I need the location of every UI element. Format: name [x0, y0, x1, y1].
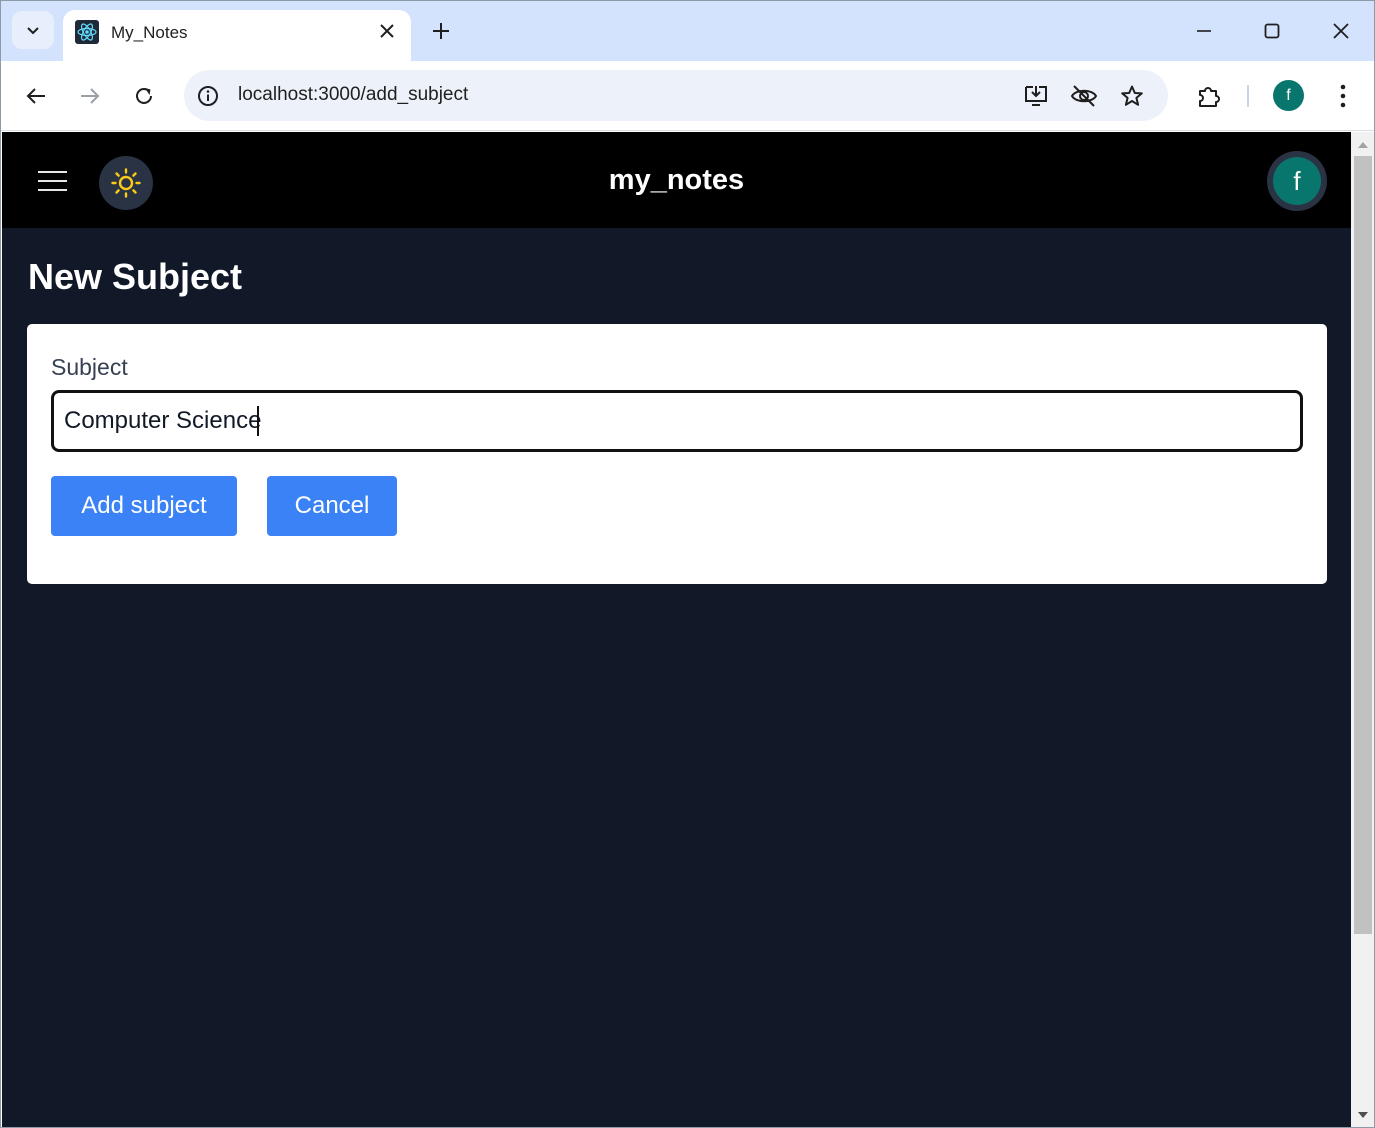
add-subject-button[interactable]: Add subject [51, 476, 237, 536]
scroll-up-arrow-icon [1358, 142, 1368, 148]
avatar: f [1273, 157, 1321, 205]
toolbar-separator [1247, 85, 1249, 107]
tab-close-button[interactable] [377, 21, 397, 41]
site-info-icon[interactable] [196, 84, 220, 108]
maximize-icon [1264, 23, 1280, 39]
browser-window: My_Notes localhost:3000/add_subject f my… [0, 0, 1375, 1128]
page-title: New Subject [28, 256, 243, 297]
scroll-down-button[interactable] [1351, 1104, 1374, 1126]
install-app-button[interactable] [1022, 82, 1050, 110]
new-subject-form: Subject Add subject Cancel [27, 324, 1327, 584]
tab-search-icon [27, 27, 39, 35]
minimize-button[interactable] [1188, 15, 1220, 47]
app-title: my_notes [608, 164, 745, 196]
tab-title: My_Notes [111, 23, 188, 42]
close-window-button[interactable] [1325, 15, 1357, 47]
star-icon [1121, 85, 1143, 106]
forward-icon [81, 88, 100, 104]
maximize-button[interactable] [1256, 15, 1288, 47]
extensions-button[interactable] [1191, 78, 1227, 114]
browser-profile-button[interactable]: f [1273, 80, 1304, 111]
url-text: localhost:3000/add_subject [238, 84, 469, 105]
close-icon [380, 24, 394, 38]
page-viewport: my_notes f New Subject Subject Add subje… [2, 132, 1351, 1127]
tab-search-button[interactable] [12, 11, 54, 49]
extensions-icon [1199, 87, 1220, 107]
user-avatar-button[interactable]: f [1267, 151, 1327, 211]
forward-button[interactable] [72, 78, 108, 114]
scroll-up-button[interactable] [1351, 134, 1374, 156]
browser-toolbar: localhost:3000/add_subject f [1, 61, 1374, 131]
cancel-button[interactable]: Cancel [267, 476, 397, 536]
minimize-icon [1197, 30, 1211, 32]
more-vert-icon [1340, 84, 1346, 108]
scrollbar-thumb[interactable] [1354, 156, 1372, 934]
page-scrollbar[interactable] [1351, 132, 1374, 1127]
plus-icon [433, 23, 449, 39]
subject-label: Subject [51, 354, 128, 380]
new-tab-button[interactable] [427, 17, 455, 45]
install-app-icon [1025, 86, 1047, 106]
react-favicon-icon [75, 20, 99, 44]
browser-menu-button[interactable] [1325, 78, 1361, 114]
text-caret [257, 406, 259, 436]
reload-icon [136, 87, 152, 104]
back-icon [26, 88, 45, 104]
address-bar[interactable]: localhost:3000/add_subject [184, 70, 1168, 121]
scroll-down-arrow-icon [1358, 1112, 1368, 1118]
back-button[interactable] [18, 78, 54, 114]
tab-strip: My_Notes [1, 1, 1374, 61]
tracking-protection-button[interactable] [1070, 82, 1098, 110]
reload-button[interactable] [126, 78, 162, 114]
app-header: my_notes f [2, 132, 1351, 228]
tab-my-notes[interactable]: My_Notes [63, 10, 411, 61]
bookmark-button[interactable] [1118, 82, 1146, 110]
eye-off-icon [1070, 85, 1098, 107]
close-window-icon [1333, 23, 1349, 39]
subject-input[interactable] [51, 390, 1303, 452]
